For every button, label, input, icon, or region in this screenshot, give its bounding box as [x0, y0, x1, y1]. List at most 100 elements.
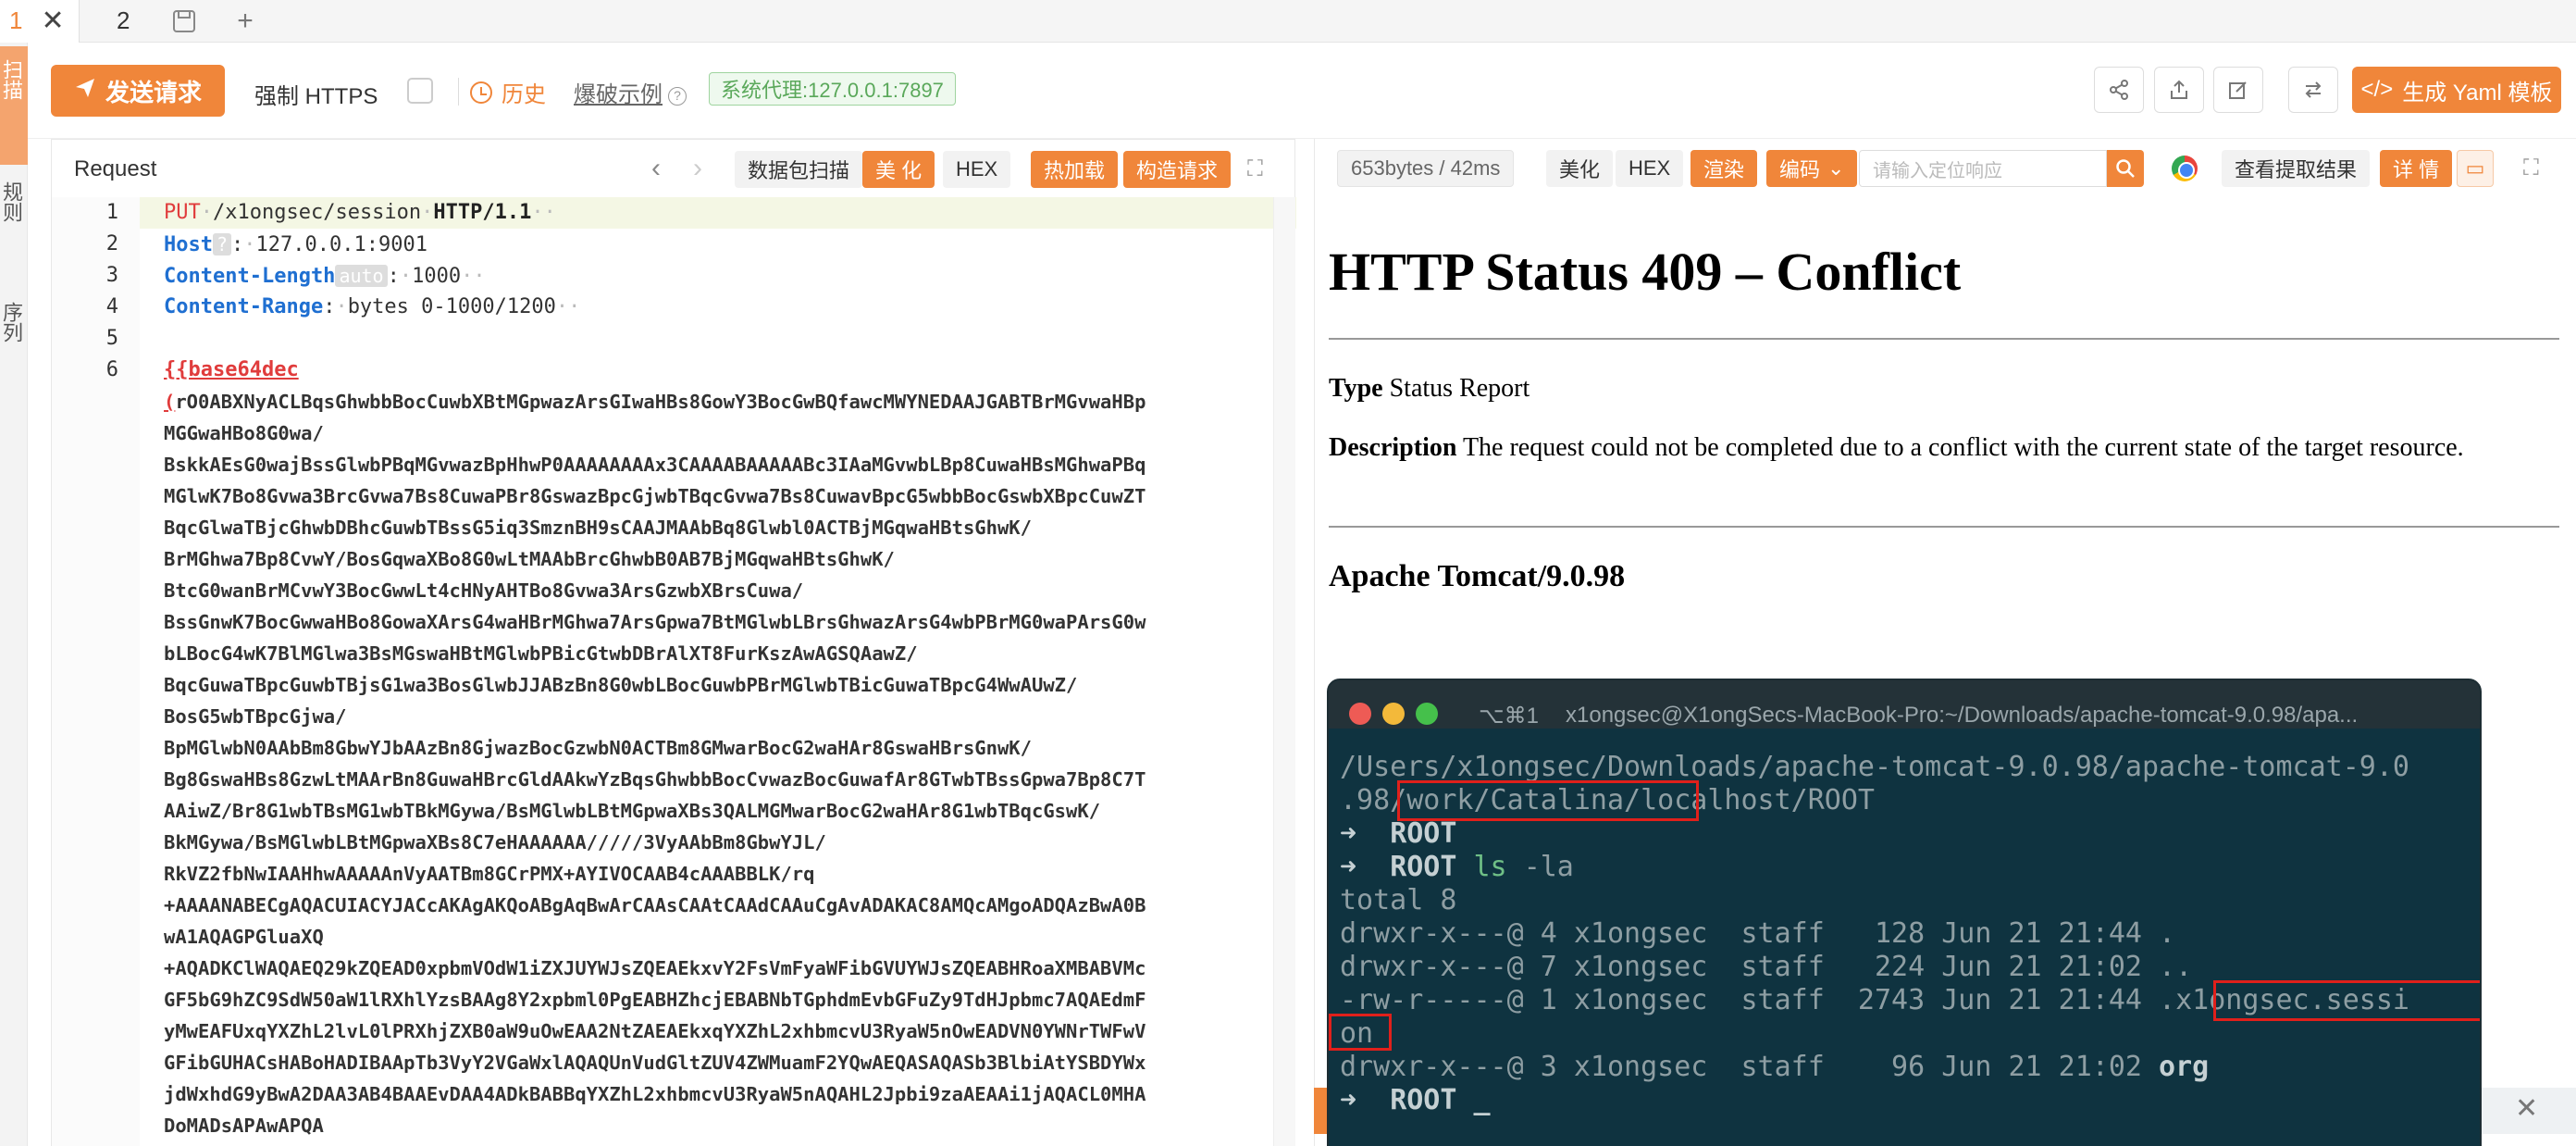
- rail-item-sequence[interactable]: 序列: [0, 302, 26, 343]
- send-request-button[interactable]: 发送请求: [51, 65, 225, 117]
- expand-icon[interactable]: ⛶: [2523, 156, 2539, 181]
- body-line: GF5bG9hZC9SdW50aW1lRXhlYzsBAAg8Y2xpbml0P…: [164, 989, 1146, 1011]
- body-line: BqcGuwaTBpcGuwbTBjsG1wa3BosGlwbJJABzBn8G…: [164, 674, 1078, 696]
- swap-icon[interactable]: [2288, 67, 2338, 113]
- body-line: wA1AQAGPGluaXQ: [164, 926, 324, 948]
- force-https-checkbox[interactable]: [407, 78, 433, 104]
- terminal-line: ➜ ROOT _: [1340, 1084, 1491, 1116]
- minimize-dot[interactable]: [1382, 703, 1405, 725]
- line-number: 1: [105, 201, 118, 224]
- tab-1-number: 1: [9, 6, 23, 34]
- body-line: BrMGhwa7Bp8CvwY/BosGqwaXBo8G0wLtMAAbBrcG…: [164, 548, 895, 570]
- tab-1[interactable]: 1 ✕: [0, 0, 80, 43]
- help-icon: ?: [668, 86, 687, 106]
- close-icon[interactable]: ✕: [41, 5, 64, 37]
- tab-2[interactable]: 2: [80, 0, 154, 43]
- build-request-button[interactable]: 构造请求: [1123, 151, 1232, 188]
- beautify-button[interactable]: 美 化: [862, 151, 935, 188]
- generate-yaml-button[interactable]: </> 生成 Yaml 模板: [2352, 67, 2561, 113]
- add-tab-icon[interactable]: +: [215, 0, 276, 43]
- body-line: BssGnwK7BocGwwaHBo8GowaXArsG4waHBrMGhwa7…: [164, 611, 1146, 633]
- rail-item-rules[interactable]: 规则: [0, 181, 26, 222]
- request-title: Request: [74, 156, 157, 181]
- body-line: +AQADKClWAQAEQ29kZQEAD0xpbmVOdW1iZXJUYWJ…: [164, 957, 1146, 979]
- main-toolbar: 发送请求 强制 HTTPS 历史 爆破示例? 系统代理:127.0.0.1:78…: [28, 43, 2576, 139]
- header-content-range: Content-Range:·bytes 0-1000/1200··: [164, 295, 581, 318]
- request-line: PUT·/x1ongsec/session·HTTP/1.1··: [164, 201, 556, 224]
- render-button[interactable]: 渲染: [1690, 150, 1758, 187]
- chevron-right-icon[interactable]: ›: [693, 153, 702, 184]
- terminal-line: drwxr-x---@ 7 x1ongsec staff 224 Jun 21 …: [1340, 951, 2193, 983]
- terminal-title: x1ongsec@X1ongSecs-MacBook-Pro:~/Downloa…: [1566, 703, 2359, 728]
- body-line: jdWxhdG9yBwA2DAA3AB4BAAEvDAA4ADkBABBqYXZ…: [164, 1083, 1146, 1105]
- divider: [458, 78, 459, 106]
- body-line: RkVZ2fbNwIAAHhwAAAAAnVyAATBm8GCrPMX+AYIV…: [164, 863, 815, 885]
- expand-icon[interactable]: ⛶: [1247, 156, 1263, 182]
- body-line: BkMGywa/BsMGlwbLBtMGpwaXBs8C7eHAAAAAA///…: [164, 831, 826, 853]
- response-beautify-button[interactable]: 美化: [1546, 150, 1614, 187]
- history-button[interactable]: 历史: [470, 76, 546, 108]
- body-line: BqcGlwaTBjcGhwbDBhcGuwbTBssG5iq3SmznBH9s…: [164, 517, 1032, 539]
- zoom-dot[interactable]: [1416, 703, 1438, 725]
- body-line: GFibGUHACsHABoHADIBAApTb3VyY2VGaWxlAQAQU…: [164, 1052, 1146, 1074]
- send-request-label: 发送请求: [105, 78, 202, 106]
- force-https-label: 强制 HTTPS: [254, 84, 378, 109]
- view-extract-button[interactable]: 查看提取结果: [2222, 150, 2371, 187]
- divider: [1329, 338, 2559, 340]
- highlight-box: [1329, 1014, 1392, 1051]
- response-header: 653bytes / 42ms 美化 HEX 渲染 编码 ⌄ 请输入定位响应 查看…: [1315, 139, 2576, 196]
- packet-scan-button[interactable]: 数据包扫描: [735, 151, 863, 188]
- highlight-box: [1397, 780, 1699, 821]
- error-description: Description The request could not be com…: [1329, 433, 2464, 462]
- body-line: DoMADsAPAwAPQA: [164, 1115, 324, 1137]
- hex-button[interactable]: HEX: [943, 151, 1011, 188]
- request-editor[interactable]: 1 PUT·/x1ongsec/session·HTTP/1.1·· 2 Hos…: [52, 197, 1296, 1146]
- response-hex-button[interactable]: HEX: [1616, 150, 1684, 187]
- chevron-down-icon: ⌄: [1827, 156, 1845, 180]
- body-line: yMwEAFUxqYXZhL2lvL0lPRXhjZXB0aW9uOwEAA2N…: [164, 1020, 1146, 1042]
- blast-example-label: 爆破示例: [574, 82, 663, 107]
- body-line: MGGwaHBo8G0wa/: [164, 422, 324, 444]
- body-line: MGlwK7Bo8Gvwa3BrcGvwa7Bs8CuwaPBr8GswazBp…: [164, 485, 1146, 507]
- hotload-button[interactable]: 热加载: [1031, 151, 1119, 188]
- line-number: 3: [105, 264, 118, 287]
- rail-item-scan[interactable]: 扫描: [0, 59, 26, 100]
- generate-yaml-label: 生成 Yaml 模板: [2402, 80, 2553, 106]
- floppy-icon[interactable]: [154, 0, 215, 43]
- details-button[interactable]: 详 情: [2380, 150, 2453, 187]
- editor-scrollbar[interactable]: [1273, 197, 1295, 1146]
- close-icon[interactable]: ✕: [2515, 1092, 2538, 1125]
- close-dot[interactable]: [1349, 703, 1371, 725]
- header-content-length: Content-Length auto:·1000··: [164, 265, 486, 288]
- terminal-line: drwxr-x---@ 4 x1ongsec staff 128 Jun 21 …: [1340, 917, 2176, 950]
- terminal-titlebar: ⌥⌘1 x1ongsec@X1ongSecs-MacBook-Pro:~/Dow…: [1329, 680, 2480, 729]
- share-icon[interactable]: [2094, 67, 2144, 113]
- base64-function-tag: {{base64dec: [164, 358, 299, 381]
- terminal-line: drwxr-x---@ 3 x1ongsec staff 96 Jun 21 2…: [1340, 1051, 2210, 1083]
- comment-icon[interactable]: ▭: [2457, 150, 2494, 187]
- blast-example-link[interactable]: 爆破示例?: [574, 76, 687, 108]
- chevron-left-icon[interactable]: ‹: [651, 153, 661, 184]
- body-line: (rO0ABXNyACLBqsGhwbbBocCuwbXBtMGpwazArsG…: [164, 391, 1146, 413]
- error-type: Type Status Report: [1329, 374, 1530, 403]
- divider: [1329, 526, 2559, 528]
- body-line: Bg8GswaHBs8GzwLtMAArBn8GuwaHBrcGldAAkwYz…: [164, 768, 1146, 791]
- code-icon: </>: [2360, 77, 2394, 102]
- body-line: BosG5wbTBpcGjwa/: [164, 705, 347, 728]
- header-host: Host?:·127.0.0.1:9001: [164, 233, 427, 256]
- body-line: BpMGlwbN0AAbBm8GbwYJbAAzBn8GjwazBocGzwbN…: [164, 737, 1032, 759]
- highlight-box: [2213, 980, 2480, 1021]
- history-label: 历史: [502, 82, 546, 107]
- response-size-badge: 653bytes / 42ms: [1337, 150, 1515, 187]
- search-icon[interactable]: [2107, 150, 2144, 187]
- body-line: +AAAANABECgAQACUIACYJACcAKAgAKQoABgAqBwA…: [164, 894, 1146, 916]
- encode-dropdown[interactable]: 编码 ⌄: [1766, 150, 1858, 187]
- export-icon[interactable]: [2154, 67, 2204, 113]
- response-search-input[interactable]: 请输入定位响应: [1859, 150, 2107, 187]
- terminal-window[interactable]: ⌥⌘1 x1ongsec@X1ongSecs-MacBook-Pro:~/Dow…: [1327, 679, 2482, 1146]
- system-proxy-badge[interactable]: 系统代理:127.0.0.1:7897: [709, 72, 956, 106]
- request-panel: Request ‹ › 数据包扫描 美 化 HEX 热加载 构造请求 ⛶ 1 P…: [51, 139, 1296, 1146]
- body-line: AAiwZ/Br8G1wbTBsMG1wbTBkMGywa/BsMGlwbLBt…: [164, 800, 1101, 822]
- edit-icon[interactable]: [2213, 67, 2263, 113]
- chrome-icon[interactable]: [2172, 156, 2198, 181]
